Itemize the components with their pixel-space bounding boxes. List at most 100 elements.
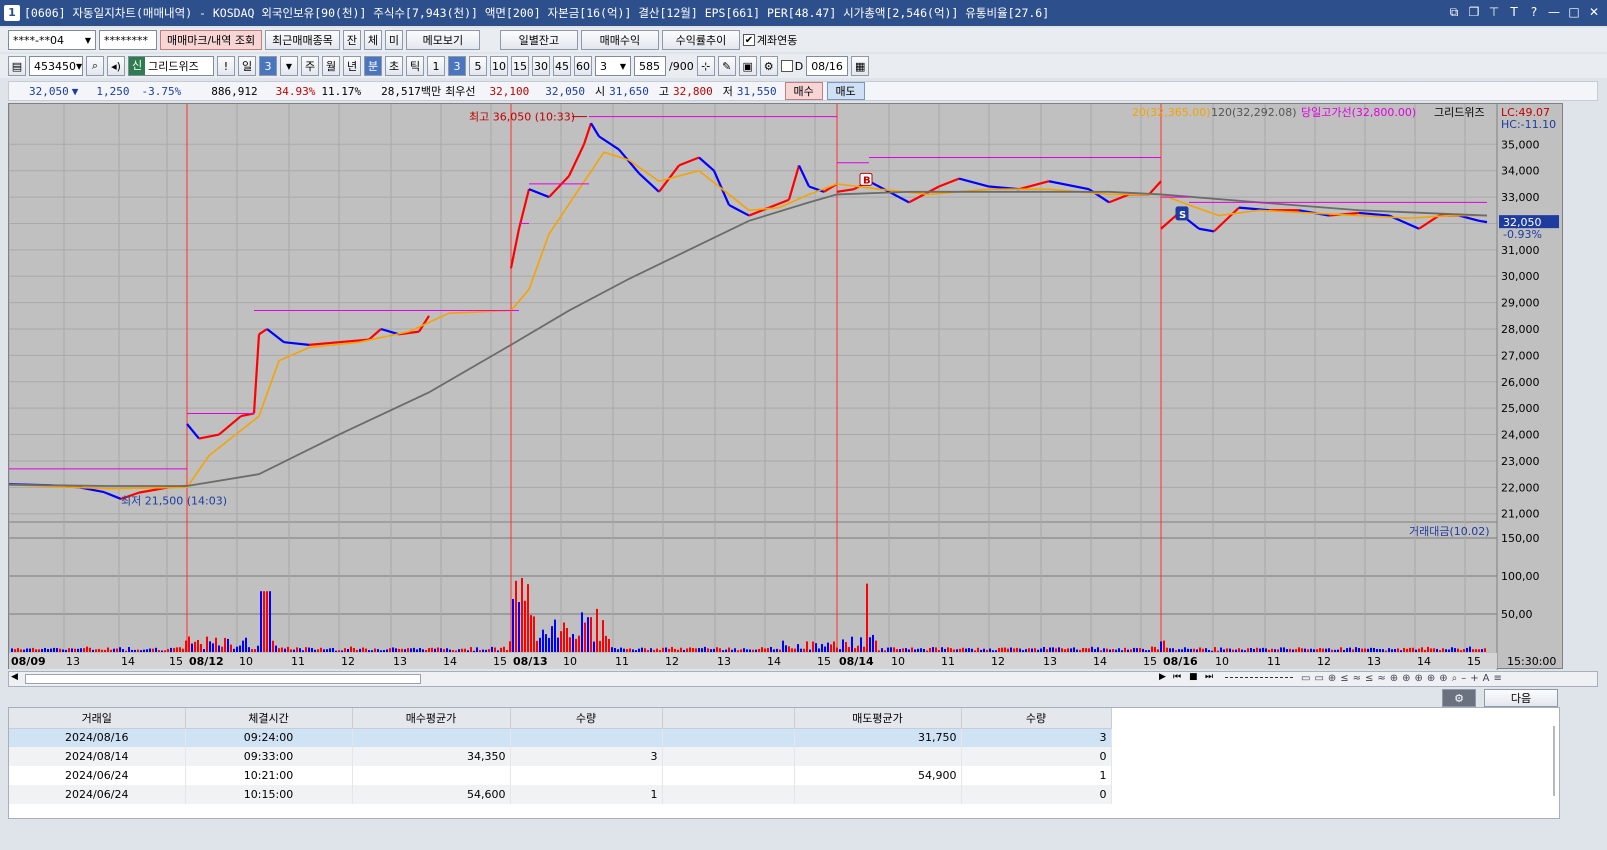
period-week[interactable]: 주: [301, 56, 319, 76]
calendar-icon[interactable]: ▦: [851, 56, 870, 76]
interval-60[interactable]: 60: [574, 56, 592, 76]
table-row[interactable]: 2024/08/16 09:24:00 31,750 3: [9, 728, 1112, 747]
volume-bar: [1058, 647, 1060, 652]
copy-icon[interactable]: ❐: [1467, 4, 1481, 20]
chart-scrollbar[interactable]: ◀ ▶ ⏮ ■ ⏭ ▭▭⊕≤≈≤≈⊕⊕⊕⊕⊕⌕–+A≡: [8, 671, 1598, 687]
next-button[interactable]: 다음: [1484, 689, 1558, 707]
table-cell: [662, 766, 795, 785]
volume-bar: [356, 649, 358, 652]
volume-bar: [1433, 648, 1435, 652]
period-second[interactable]: 초: [385, 56, 403, 76]
scroll-thumb[interactable]: [25, 674, 421, 684]
stock-code-input[interactable]: 453450 ▼: [29, 56, 83, 76]
volume-bar: [518, 602, 520, 652]
volume-bar: [632, 649, 634, 652]
volume-axis-label: 100,00: [1501, 570, 1540, 583]
balance-button[interactable]: 잔: [342, 30, 361, 50]
volume-bar: [188, 636, 190, 652]
chevron-down-icon[interactable]: ▼: [280, 56, 298, 76]
interval-10[interactable]: 10: [490, 56, 508, 76]
volume-bar: [767, 648, 769, 652]
period-minute[interactable]: 분: [364, 56, 382, 76]
volume-bar: [941, 647, 943, 652]
scroll-left-icon[interactable]: ◀: [11, 672, 18, 682]
link-account-checkbox[interactable]: ✔ 계좌연동: [742, 32, 797, 48]
interval-30[interactable]: 30: [532, 56, 550, 76]
vertical-scrollbar[interactable]: [1553, 726, 1555, 796]
interval-3[interactable]: 3: [448, 56, 466, 76]
pin-icon[interactable]: ⊤: [1487, 4, 1501, 20]
col-trade-date[interactable]: 거래일: [9, 708, 186, 729]
unexecuted-button[interactable]: 미: [384, 30, 403, 50]
account-select[interactable]: ****-**04 ▼: [8, 30, 96, 50]
table-row[interactable]: 2024/06/24 10:15:00 54,600 1 0: [9, 785, 1112, 804]
zoom-slider[interactable]: [1225, 677, 1293, 678]
period-tick[interactable]: 틱: [406, 56, 424, 76]
volume-bar: [1178, 649, 1180, 652]
sell-button[interactable]: 매도: [826, 82, 865, 100]
profit-trend-button[interactable]: 수익률추이: [661, 30, 740, 50]
buy-button[interactable]: 매수: [784, 82, 823, 100]
scroll-right-icon[interactable]: ▶: [1159, 672, 1166, 682]
day-button[interactable]: 일: [238, 56, 256, 76]
font-icon[interactable]: T: [1507, 4, 1521, 20]
close-icon[interactable]: ✕: [1587, 4, 1601, 20]
table-cell: 54,900: [794, 766, 962, 785]
crosshair-icon[interactable]: ⊹: [696, 56, 715, 76]
alert-button[interactable]: !: [217, 56, 235, 76]
interval-1[interactable]: 1: [427, 56, 445, 76]
executed-button[interactable]: 체: [363, 30, 382, 50]
draw-icon[interactable]: ✎: [717, 56, 736, 76]
period-year[interactable]: 년: [343, 56, 361, 76]
password-field[interactable]: ********: [99, 30, 157, 50]
table-row[interactable]: 2024/08/14 09:33:00 34,350 3 0: [9, 747, 1112, 766]
trade-profit-button[interactable]: 매매수익: [580, 30, 659, 50]
price-chart[interactable]: 35,00034,00033,00032,00031,00030,00029,0…: [8, 104, 1564, 670]
interval-45[interactable]: 45: [553, 56, 571, 76]
col-buy-avg[interactable]: 매수평균가: [352, 708, 511, 729]
stop-icon[interactable]: ■: [1189, 672, 1198, 682]
date-checkbox[interactable]: D: [780, 60, 803, 73]
gear-icon[interactable]: ⚙: [759, 56, 778, 76]
drawing-tools[interactable]: ▭▭⊕≤≈≤≈⊕⊕⊕⊕⊕⌕–+A≡: [1301, 673, 1591, 686]
gear-icon[interactable]: ⚙: [1442, 689, 1476, 707]
interval-select[interactable]: 3 ▼: [595, 56, 631, 76]
volume-bar: [74, 648, 76, 652]
speaker-icon[interactable]: ◂): [107, 56, 125, 76]
search-icon[interactable]: ⌕: [86, 56, 104, 76]
volume-bar: [728, 647, 730, 652]
chart-area[interactable]: 35,00034,00033,00032,00031,00030,00029,0…: [8, 103, 1564, 670]
period-month[interactable]: 월: [322, 56, 340, 76]
high-price: 32,800: [672, 84, 713, 98]
x-axis-label: 08/12: [189, 655, 224, 668]
col-buy-qty[interactable]: 수량: [510, 708, 663, 729]
layout-icon[interactable]: ⧉: [1447, 4, 1461, 20]
count-input[interactable]: 585: [634, 56, 666, 76]
memo-button[interactable]: 메모보기: [405, 30, 480, 50]
col-sell-avg[interactable]: 매도평균가: [794, 708, 962, 729]
volume-bar: [1067, 648, 1069, 652]
table-row[interactable]: 2024/06/24 10:21:00 54,900 1: [9, 766, 1112, 785]
maximize-icon[interactable]: □: [1567, 4, 1581, 20]
volume-bar: [116, 648, 118, 652]
save-icon[interactable]: ▣: [738, 56, 757, 76]
col-sell-qty[interactable]: 수량: [961, 708, 1112, 729]
volume-bar: [857, 645, 859, 652]
view-trades-button[interactable]: 매매마크/내역 조회: [160, 30, 263, 50]
interval-15[interactable]: 15: [511, 56, 529, 76]
layout-icon[interactable]: ▤: [8, 56, 26, 76]
minimize-icon[interactable]: —: [1547, 4, 1561, 20]
stock-name-field[interactable]: 신 그리드위즈: [128, 56, 214, 76]
daily-balance-button[interactable]: 일별잔고: [499, 30, 578, 50]
interval-5[interactable]: 5: [469, 56, 487, 76]
day-count-select[interactable]: 3: [259, 56, 277, 76]
first-icon[interactable]: ⏮: [1173, 672, 1181, 682]
help-icon[interactable]: ?: [1527, 4, 1541, 20]
volume-bar: [1385, 650, 1387, 652]
volume-bar: [1220, 647, 1222, 652]
last-icon[interactable]: ⏭: [1205, 672, 1213, 682]
recent-trades-button[interactable]: 최근매매종목: [265, 30, 340, 50]
col-exec-time[interactable]: 체결시간: [185, 708, 353, 729]
best-label: 최우선: [445, 85, 476, 98]
date-input[interactable]: 08/16: [806, 56, 849, 76]
